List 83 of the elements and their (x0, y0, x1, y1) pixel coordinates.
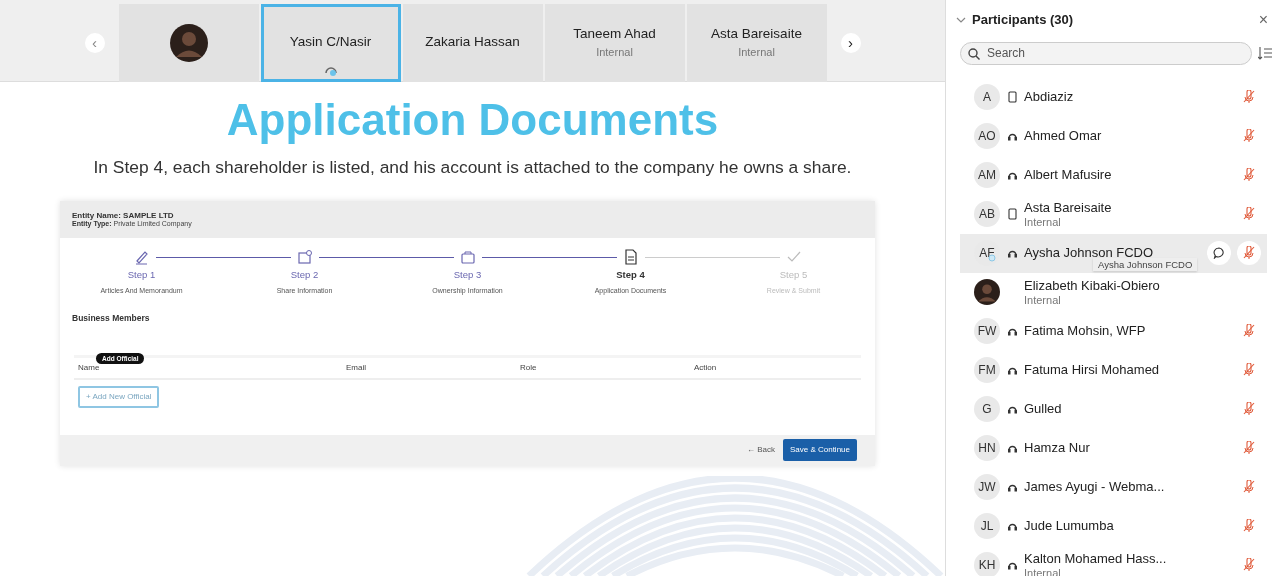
avatar-initials: AO (974, 123, 1000, 149)
participant-name: Fatima Mohsin, WFP (1024, 323, 1146, 339)
column-header: Name (78, 362, 101, 374)
participant-name: Hamza Nur (1024, 440, 1090, 456)
participant-name: Taneem Ahad (573, 25, 656, 44)
video-tile[interactable] (118, 3, 259, 82)
participant-name: Asta Bareisaite (1024, 200, 1112, 216)
document-icon (622, 249, 639, 266)
column-header: Action (694, 362, 718, 374)
participant-name: Elizabeth Kibaki-Obiero (1024, 278, 1160, 294)
panel-title: Participants (30) (972, 11, 1074, 29)
video-tile[interactable]: Zakaria Hassan (402, 3, 543, 82)
search-icon (968, 47, 980, 60)
entity-name-text: Entity Name: SAMPLE LTD (72, 210, 175, 221)
avatar-initials: HN (974, 435, 1000, 461)
participant-name: Asta Bareisaite (711, 25, 802, 44)
participant-name: Fatuma Hirsi Mohamed (1024, 362, 1160, 378)
participant-subtitle: Internal (596, 45, 633, 61)
sort-list-icon (1258, 46, 1272, 60)
avatar-initials: FW (974, 318, 1000, 344)
participant-name: Aysha Johnson FCDO (1024, 245, 1154, 261)
participant-row[interactable]: AB Asta Bareisaite Internal (960, 194, 1267, 234)
participant-row[interactable]: JL Jude Lumumba (960, 506, 1267, 546)
participant-name: Abdiaziz (1024, 89, 1074, 105)
avatar-initials: AB (974, 201, 1000, 227)
chat-bubble-icon (1213, 247, 1225, 259)
avatar-initials: JW (974, 474, 1000, 500)
participant-subtitle: Internal (1024, 566, 1062, 576)
phone-icon (1007, 208, 1017, 220)
bag-icon (459, 249, 476, 266)
participant-row[interactable]: G Gulled (960, 389, 1267, 429)
step-label[interactable]: Step 2 (290, 268, 319, 283)
avatar-initials: AM (974, 162, 1000, 188)
slide-subtitle: In Step 4, each shareholder is listed, and his account is attached to the company he owns a share. (93, 156, 852, 180)
chevron-down-icon (956, 16, 966, 23)
participant-subtitle: Internal (1024, 293, 1062, 306)
save-continue-button[interactable]: Save & Continue (782, 439, 857, 462)
participant-name: Zakaria Hassan (425, 33, 520, 52)
step-label[interactable]: Step 3 (453, 268, 482, 283)
avatar-initials: JL (974, 513, 1000, 539)
participant-name: James Ayugi - Webma... (1024, 479, 1165, 495)
participant-row[interactable]: FM Fatuma Hirsi Mohamed (960, 350, 1267, 390)
name-tooltip: Aysha Johnson FCDO (1093, 258, 1198, 271)
avatar-initials: G (974, 396, 1000, 422)
step-label[interactable]: Step 4 (616, 268, 645, 283)
search-field[interactable]: Search (960, 41, 1252, 65)
participant-row[interactable]: AO Ahmed Omar (960, 116, 1267, 156)
phone-icon (1007, 91, 1017, 103)
slide-title: Application Documents (226, 96, 719, 145)
video-tile[interactable]: Taneem Ahad Internal (544, 3, 685, 82)
column-header: Email (346, 362, 367, 374)
participant-name: Kalton Mohamed Hass... (1024, 551, 1167, 567)
avatar-initials: KH (974, 552, 1000, 576)
next-button[interactable]: › (840, 32, 861, 53)
pencil-icon (133, 249, 150, 266)
participant-name: Albert Mafusire (1024, 167, 1112, 183)
participant-subtitle: Internal (738, 45, 775, 61)
section-title: Business Members (72, 312, 151, 325)
participant-row[interactable]: AM Albert Mafusire (960, 155, 1267, 195)
previous-button[interactable]: ‹ (84, 32, 105, 53)
participant-row[interactable]: FW Fatima Mohsin, WFP (960, 311, 1267, 351)
video-tile[interactable]: Yasin C/Nasir (260, 3, 401, 82)
participant-row[interactable]: Elizabeth Kibaki-Obiero Internal (960, 272, 1267, 312)
participant-row[interactable]: KH Kalton Mohamed Hass... Internal (960, 545, 1267, 576)
video-tile[interactable]: Asta Bareisaite Internal (686, 3, 827, 82)
chat-button[interactable] (1207, 241, 1231, 265)
participant-subtitle: Internal (1024, 215, 1062, 228)
close-button[interactable]: × (1258, 11, 1268, 28)
participant-name: Jude Lumumba (1024, 518, 1114, 534)
avatar-silhouette-icon (169, 23, 208, 62)
avatar-initials: FM (974, 357, 1000, 383)
participant-row[interactable]: JW James Ayugi - Webma... (960, 467, 1267, 507)
participant-name: Gulled (1024, 401, 1062, 417)
avatar-initials: A (974, 84, 1000, 110)
participant-row[interactable]: HN Hamza Nur (960, 428, 1267, 468)
step-label[interactable]: Step 1 (127, 268, 156, 283)
image-icon (296, 249, 313, 266)
back-button[interactable]: ← Back (746, 444, 775, 457)
mute-button[interactable] (1237, 241, 1261, 265)
column-header: Role (520, 362, 538, 374)
participant-name: Yasin C/Nasir (289, 33, 372, 52)
participant-name: Ahmed Omar (1024, 128, 1102, 144)
participant-row[interactable]: A Abdiaziz (960, 77, 1267, 117)
